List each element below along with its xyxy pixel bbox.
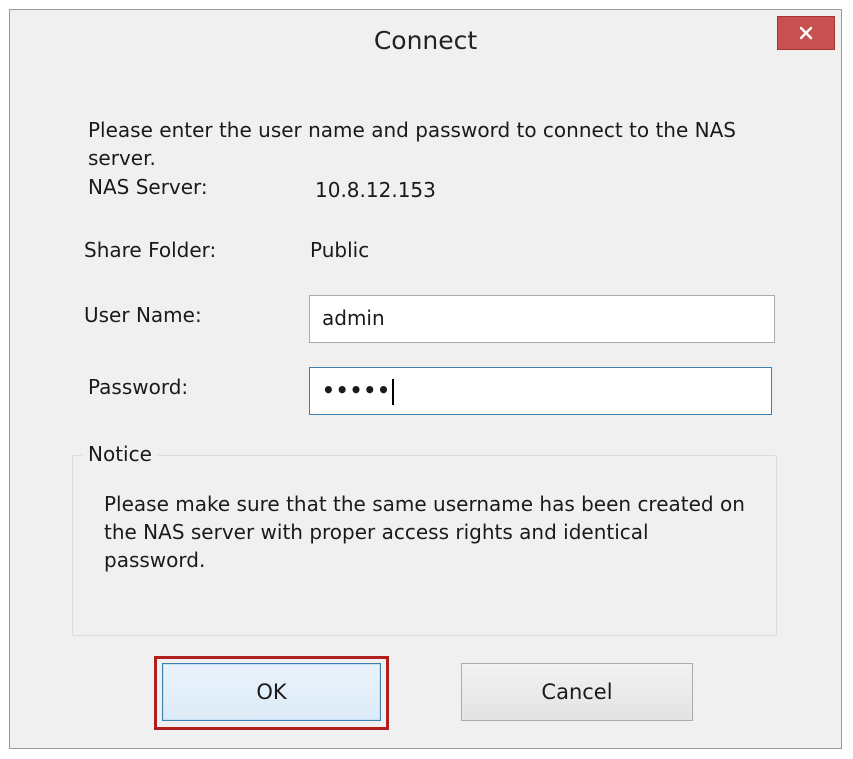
connect-dialog: Connect Please enter the user name and p…	[9, 9, 842, 749]
text-cursor	[391, 378, 394, 405]
ok-button[interactable]: OK	[162, 663, 381, 721]
close-icon	[799, 26, 813, 40]
password-value: •••••	[322, 378, 391, 402]
nas-server-label: NAS Server:	[88, 175, 208, 199]
intro-text: Please enter the user name and password …	[88, 118, 736, 170]
user-name-value: admin	[322, 306, 385, 330]
close-button[interactable]	[777, 16, 835, 50]
nas-server-value: 10.8.12.153	[315, 178, 436, 202]
dialog-body: Please enter the user name and password …	[10, 72, 841, 748]
dialog-title: Connect	[373, 26, 478, 55]
user-name-field[interactable]: admin	[309, 295, 775, 343]
share-folder-label: Share Folder:	[84, 238, 217, 262]
notice-text: Please make sure that the same username …	[104, 492, 745, 572]
password-field[interactable]: •••••	[309, 367, 772, 415]
share-folder-value: Public	[310, 238, 370, 262]
user-name-label: User Name:	[84, 303, 202, 327]
notice-title: Notice	[82, 442, 158, 466]
cancel-button[interactable]: Cancel	[461, 663, 693, 721]
title-bar[interactable]: Connect	[10, 10, 841, 72]
password-label: Password:	[88, 375, 189, 399]
